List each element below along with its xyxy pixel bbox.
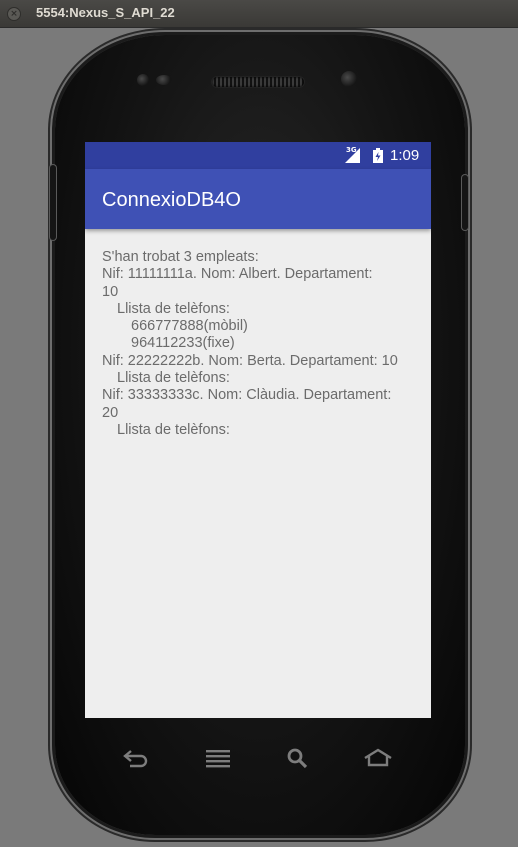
home-icon xyxy=(364,748,392,767)
front-camera xyxy=(341,71,357,87)
light-sensor xyxy=(156,75,172,85)
phone-entry: 666777888(mòbil) xyxy=(131,318,248,335)
back-icon xyxy=(123,750,148,768)
window-close-icon[interactable]: × xyxy=(7,7,21,21)
employee-info: Nif: 33333333c. Nom: Clàudia. Departamen… xyxy=(102,387,392,404)
employee-info-cont: 20 xyxy=(102,404,119,421)
menu-icon xyxy=(206,750,230,768)
employee-info-cont: 10 xyxy=(102,283,119,300)
phones-header: Llista de telèfons: xyxy=(117,421,230,438)
employee-info: Nif: 11111111a. Nom: Albert. Departament… xyxy=(102,266,373,283)
earpiece-speaker xyxy=(212,77,304,87)
power-button[interactable] xyxy=(462,175,468,230)
home-button[interactable] xyxy=(362,745,394,771)
status-clock: 1:09 xyxy=(390,147,420,164)
results-text: S'han trobat 3 empleats: Nif: 11111111a.… xyxy=(102,249,422,439)
results-summary: S'han trobat 3 empleats: xyxy=(102,249,259,265)
back-button[interactable] xyxy=(120,745,152,771)
app-title: ConnexioDB4O xyxy=(102,189,241,211)
search-button[interactable] xyxy=(282,745,314,771)
status-bar: 3G 1:09 xyxy=(85,142,431,169)
device-screen: 3G 1:09 ConnexioDB4O S'han trobat 3 empl… xyxy=(85,142,431,718)
phone-entry: 964112233(fixe) xyxy=(131,335,235,352)
proximity-sensor xyxy=(137,74,149,86)
search-icon xyxy=(287,748,308,769)
window-titlebar: × 5554:Nexus_S_API_22 xyxy=(0,0,518,28)
phones-header: Llista de telèfons: xyxy=(117,300,230,317)
app-toolbar: ConnexioDB4O xyxy=(85,169,431,229)
battery-charging-icon xyxy=(373,148,383,163)
menu-button[interactable] xyxy=(202,745,234,771)
window-title: 5554:Nexus_S_API_22 xyxy=(36,5,175,20)
volume-button[interactable] xyxy=(50,165,56,240)
employee-info: Nif: 22222222b. Nom: Berta. Departament:… xyxy=(102,352,398,369)
signal-icon xyxy=(345,148,360,163)
phones-header: Llista de telèfons: xyxy=(117,370,230,387)
